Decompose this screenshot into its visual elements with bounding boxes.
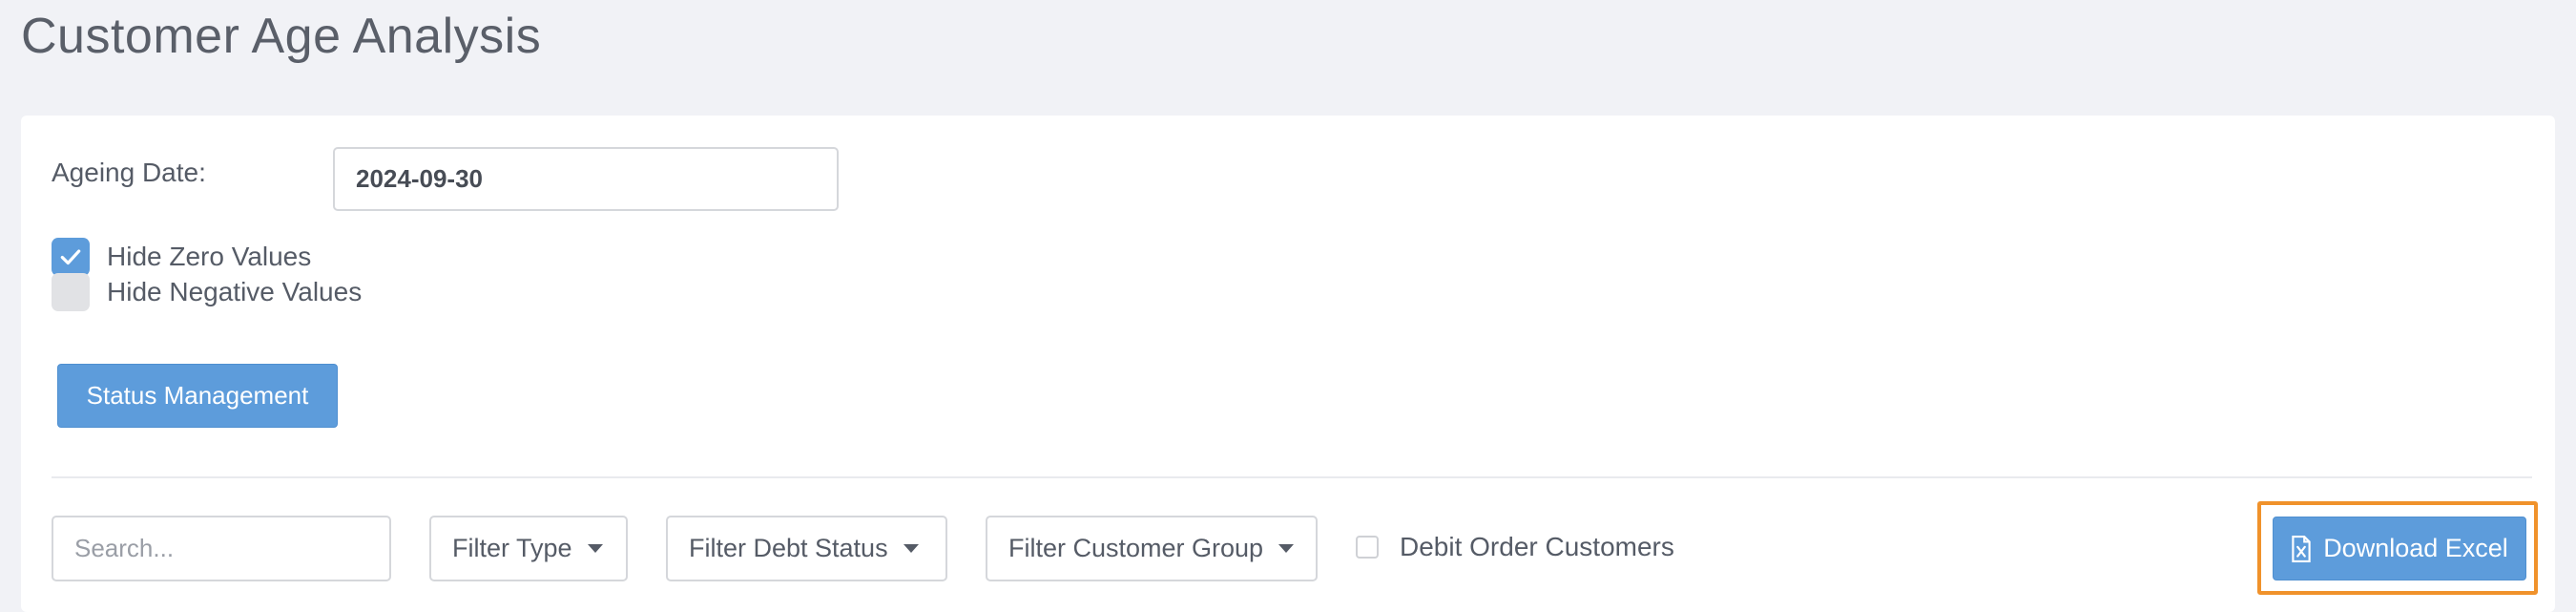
debit-order-customers-checkbox[interactable]: Debit Order Customers [1356, 528, 1674, 566]
checkbox-checked[interactable] [52, 238, 90, 276]
filter-customer-group-label: Filter Customer Group [1008, 534, 1264, 562]
status-management-button[interactable]: Status Management [57, 364, 338, 428]
ageing-date-label: Ageing Date: [52, 158, 206, 187]
debit-order-customers-label: Debit Order Customers [1400, 532, 1674, 561]
hide-zero-values-label: Hide Zero Values [107, 242, 312, 271]
checkbox-unchecked[interactable] [1356, 536, 1379, 559]
caret-down-icon [587, 544, 603, 553]
filter-type-dropdown[interactable]: Filter Type [429, 516, 628, 581]
ageing-date-input[interactable] [333, 147, 839, 211]
excel-file-icon [2292, 535, 2311, 562]
download-excel-label: Download Excel [2323, 534, 2508, 562]
check-icon [60, 249, 81, 265]
download-excel-button[interactable]: Download Excel [2273, 517, 2526, 580]
filter-customer-group-dropdown[interactable]: Filter Customer Group [986, 516, 1318, 581]
caret-down-icon [903, 544, 919, 553]
filter-debt-status-dropdown[interactable]: Filter Debt Status [666, 516, 947, 581]
divider [52, 476, 2532, 478]
search-input[interactable] [52, 516, 391, 581]
checkbox-unchecked[interactable] [52, 273, 90, 311]
hide-negative-values-label: Hide Negative Values [107, 277, 363, 306]
filter-debt-status-label: Filter Debt Status [689, 534, 888, 562]
hide-zero-values-checkbox[interactable]: Hide Zero Values [52, 238, 311, 276]
caret-down-icon [1278, 544, 1295, 553]
filter-type-label: Filter Type [452, 534, 572, 562]
hide-negative-values-checkbox[interactable]: Hide Negative Values [52, 273, 362, 311]
page-title: Customer Age Analysis [21, 9, 542, 64]
